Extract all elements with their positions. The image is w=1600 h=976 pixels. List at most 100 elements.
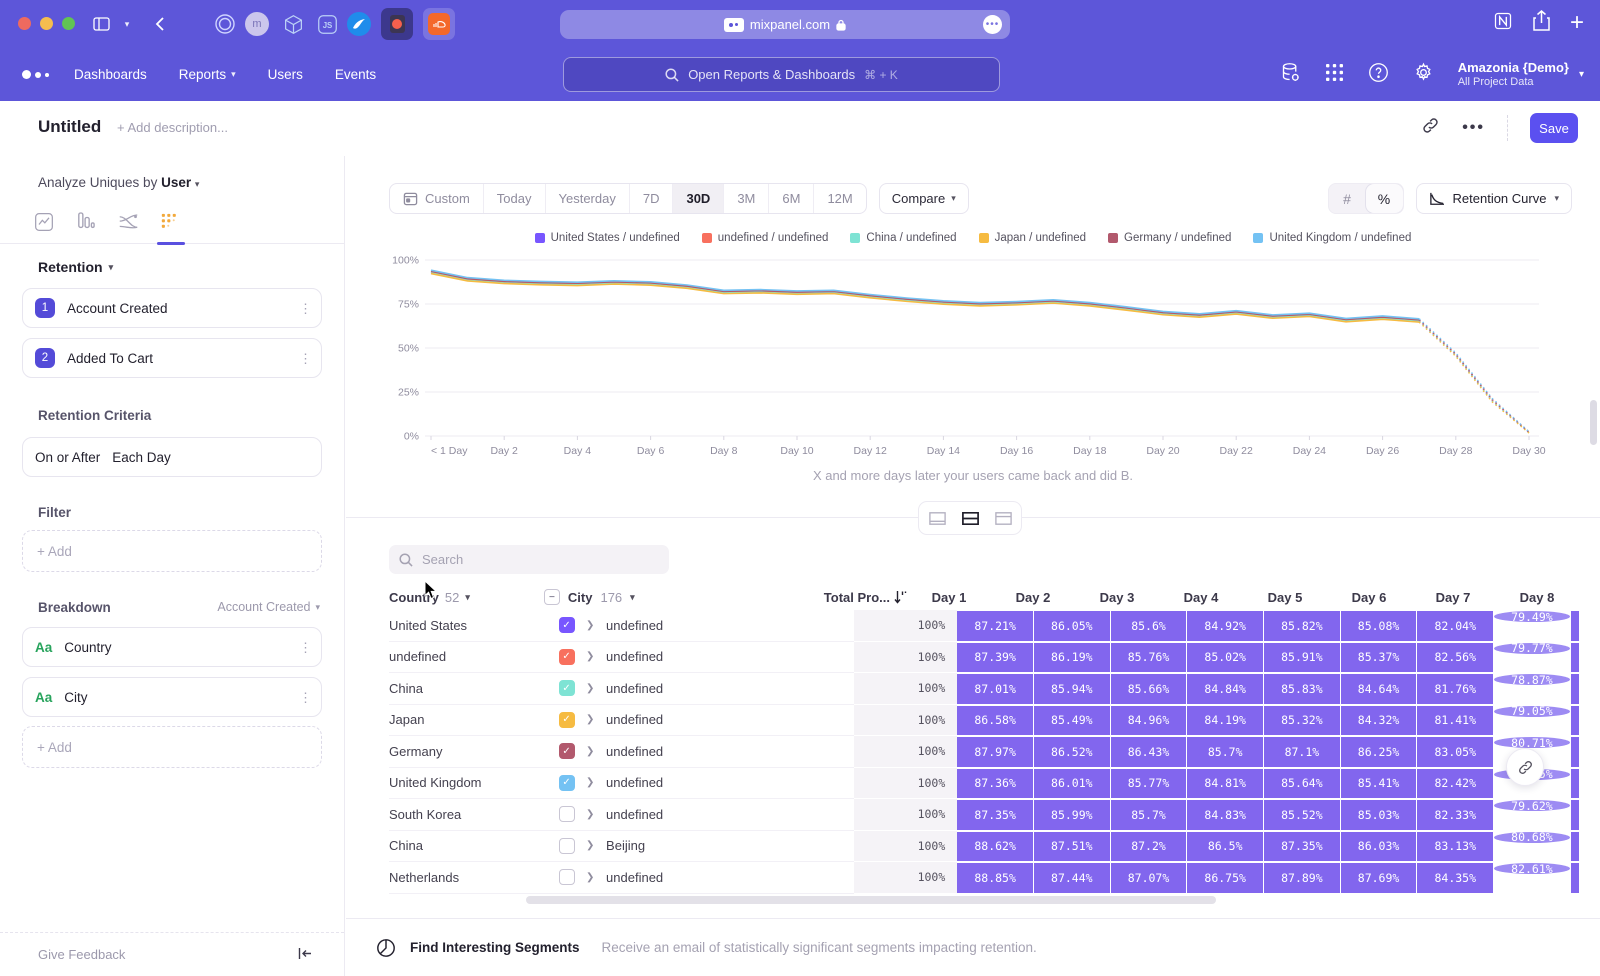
nav-item-reports[interactable]: Reports▾ bbox=[179, 67, 236, 82]
day-column-header[interactable]: Day 3 bbox=[1075, 590, 1159, 605]
retention-cell[interactable]: 83.05% bbox=[1417, 736, 1494, 768]
legend-item[interactable]: United States / undefined bbox=[535, 232, 680, 244]
retention-cell[interactable]: 85.41% bbox=[1341, 768, 1418, 800]
address-bar[interactable]: mixpanel.com ••• bbox=[560, 10, 1010, 39]
percent-mode-button[interactable]: % bbox=[1366, 184, 1403, 213]
project-switcher[interactable]: Amazonia {Demo} All Project Data ▾ bbox=[1458, 60, 1584, 90]
retention-cell[interactable]: 79.05% bbox=[1494, 705, 1571, 718]
row-checkbox[interactable] bbox=[559, 869, 575, 885]
retention-cell[interactable]: 82.33% bbox=[1417, 799, 1494, 831]
day-column-header[interactable]: Day 7 bbox=[1411, 590, 1495, 605]
retention-cell[interactable]: 84.64% bbox=[1341, 673, 1418, 705]
retention-cell[interactable]: 85.32% bbox=[1264, 705, 1341, 737]
retention-cell[interactable]: 82.04% bbox=[1417, 610, 1494, 642]
expand-row-icon[interactable]: ❯ bbox=[586, 831, 606, 863]
range-12m[interactable]: 12M bbox=[814, 184, 865, 213]
extension-soundcloud-icon[interactable] bbox=[423, 8, 455, 40]
tab-retention[interactable] bbox=[156, 208, 184, 236]
legend-item[interactable]: Japan / undefined bbox=[979, 232, 1086, 244]
retention-cell[interactable]: 85.94% bbox=[1034, 673, 1111, 705]
legend-item[interactable]: China / undefined bbox=[850, 232, 956, 244]
retention-cell[interactable]: 80.68% bbox=[1494, 831, 1571, 844]
retention-cell[interactable]: 84.19% bbox=[1187, 705, 1264, 737]
apps-grid-icon[interactable] bbox=[1325, 63, 1344, 87]
new-tab-icon[interactable]: + bbox=[1570, 14, 1584, 32]
more-options-icon[interactable]: ••• bbox=[1462, 119, 1485, 137]
retention-cell[interactable]: 84.35% bbox=[1417, 862, 1494, 894]
add-filter-button[interactable]: + Add bbox=[22, 530, 322, 572]
view-toggle-table-only[interactable] bbox=[988, 505, 1018, 531]
collapse-sidebar-icon[interactable] bbox=[298, 947, 312, 963]
retention-cell[interactable]: 87.2% bbox=[1111, 831, 1188, 863]
retention-cell[interactable]: 85.02% bbox=[1187, 642, 1264, 674]
criteria-condition-select[interactable]: On or After bbox=[35, 450, 100, 465]
share-link-fab[interactable] bbox=[1506, 748, 1544, 786]
retention-cell[interactable]: 87.69% bbox=[1341, 862, 1418, 894]
kebab-menu-icon[interactable]: ⋮ bbox=[299, 645, 309, 650]
absolute-mode-button[interactable]: # bbox=[1329, 184, 1366, 213]
retention-cell[interactable]: 86.19% bbox=[1034, 642, 1111, 674]
close-window-button[interactable] bbox=[18, 17, 31, 30]
expand-row-icon[interactable]: ❯ bbox=[586, 799, 606, 831]
retention-cell[interactable]: 86.5% bbox=[1187, 831, 1264, 863]
report-title[interactable]: Untitled bbox=[38, 117, 101, 137]
range-30d[interactable]: 30D bbox=[673, 184, 724, 213]
retention-cell[interactable]: 87.21% bbox=[957, 610, 1034, 642]
window-controls[interactable] bbox=[18, 17, 75, 30]
row-checkbox[interactable]: ✓ bbox=[559, 649, 575, 665]
criteria-value-select[interactable]: Each Day bbox=[112, 450, 171, 465]
retention-cell[interactable]: 79.49% bbox=[1494, 610, 1571, 623]
notion-icon[interactable] bbox=[1493, 11, 1513, 36]
retention-cell[interactable]: 85.66% bbox=[1111, 673, 1188, 705]
row-checkbox[interactable]: ✓ bbox=[559, 680, 575, 696]
retention-cell[interactable]: 85.91% bbox=[1264, 642, 1341, 674]
compare-button[interactable]: Compare▾ bbox=[879, 183, 969, 214]
retention-cell[interactable]: 85.03% bbox=[1341, 799, 1418, 831]
expand-row-icon[interactable]: ❯ bbox=[586, 673, 606, 705]
data-management-icon[interactable] bbox=[1280, 62, 1301, 88]
retention-cell[interactable]: 85.7% bbox=[1111, 799, 1188, 831]
retention-cell[interactable]: 85.64% bbox=[1264, 768, 1341, 800]
row-checkbox[interactable]: ✓ bbox=[559, 743, 575, 759]
share-icon[interactable] bbox=[1533, 10, 1550, 36]
retention-cell[interactable]: 86.03% bbox=[1341, 831, 1418, 863]
kebab-menu-icon[interactable]: ⋮ bbox=[299, 695, 309, 700]
retention-cell[interactable]: 87.97% bbox=[957, 736, 1034, 768]
save-button[interactable]: Save bbox=[1530, 113, 1578, 143]
retention-cell[interactable]: 80.71% bbox=[1494, 736, 1571, 749]
sidebar-toggle-icon[interactable] bbox=[88, 12, 114, 36]
tab-chevron-icon[interactable]: ▾ bbox=[114, 12, 140, 36]
add-breakdown-button[interactable]: + Add bbox=[22, 726, 322, 768]
retention-cell[interactable]: 85.52% bbox=[1264, 799, 1341, 831]
range-today[interactable]: Today bbox=[484, 184, 546, 213]
retention-cell[interactable]: 83.13% bbox=[1417, 831, 1494, 863]
retention-cell[interactable]: 85.82% bbox=[1264, 610, 1341, 642]
row-checkbox[interactable] bbox=[559, 806, 575, 822]
retention-cell[interactable]: 81.76% bbox=[1417, 673, 1494, 705]
retention-cell[interactable]: 86.75% bbox=[1187, 862, 1264, 894]
add-description-button[interactable]: + Add description... bbox=[117, 120, 228, 135]
range-custom[interactable]: Custom bbox=[390, 184, 484, 213]
breakdown-country-card[interactable]: Aa Country ⋮ bbox=[22, 627, 322, 667]
retention-cell[interactable]: 88.85% bbox=[957, 862, 1034, 894]
retention-cell[interactable]: 86.58% bbox=[957, 705, 1034, 737]
select-all-checkbox[interactable]: − bbox=[544, 589, 560, 605]
retention-cell[interactable]: 84.81% bbox=[1187, 768, 1264, 800]
zoom-window-button[interactable] bbox=[62, 17, 75, 30]
range-3m[interactable]: 3M bbox=[724, 184, 769, 213]
retention-cell[interactable]: 88.62% bbox=[957, 831, 1034, 863]
extension-onepassword-icon[interactable] bbox=[211, 10, 239, 38]
retention-cell[interactable]: 85.49% bbox=[1034, 705, 1111, 737]
retention-cell[interactable]: 84.32% bbox=[1341, 705, 1418, 737]
mixpanel-logo[interactable] bbox=[22, 70, 49, 79]
row-checkbox[interactable] bbox=[559, 838, 575, 854]
day-column-header[interactable]: Day 1 bbox=[907, 590, 991, 605]
analyze-entity-select[interactable]: User bbox=[161, 175, 191, 190]
horizontal-scrollbar[interactable] bbox=[526, 896, 1216, 904]
minimize-window-button[interactable] bbox=[40, 17, 53, 30]
legend-item[interactable]: undefined / undefined bbox=[702, 232, 829, 244]
copy-link-icon[interactable] bbox=[1421, 116, 1440, 140]
row-checkbox[interactable]: ✓ bbox=[559, 775, 575, 791]
retention-cell[interactable]: 78.87% bbox=[1494, 673, 1571, 686]
retention-cell[interactable]: 84.96% bbox=[1111, 705, 1188, 737]
